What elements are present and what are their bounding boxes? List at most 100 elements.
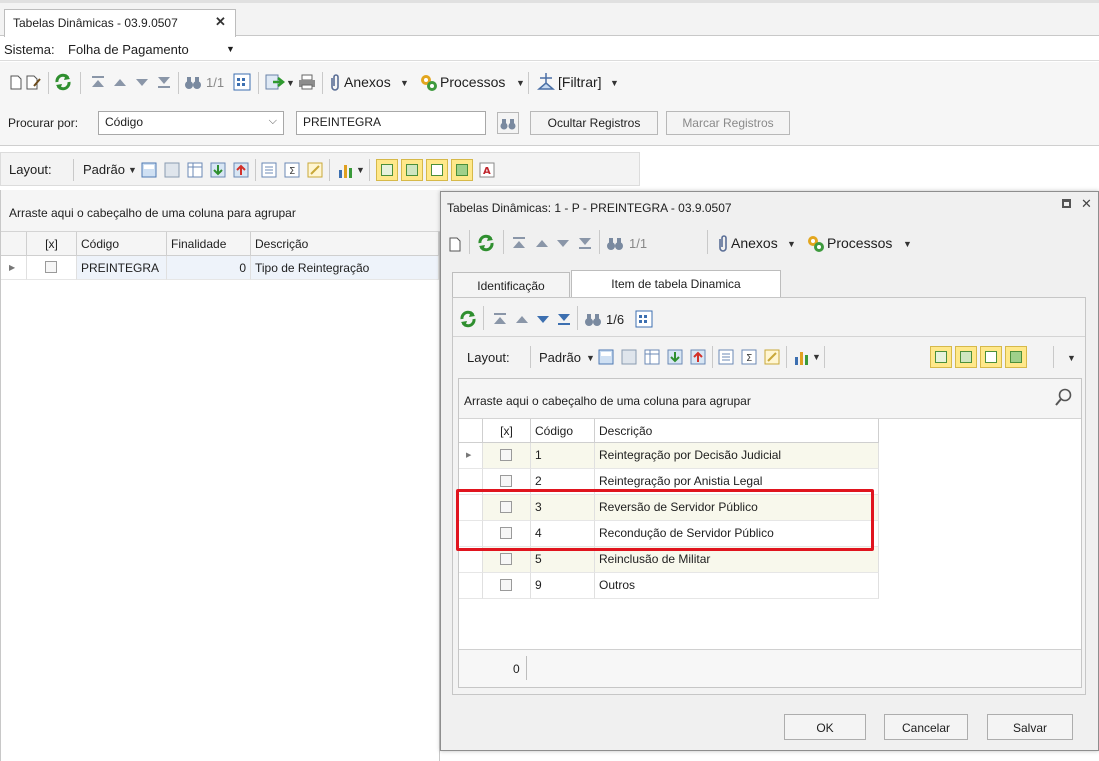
close-tab-icon[interactable]: ✕ [215, 14, 226, 30]
export-icon[interactable] [265, 73, 285, 91]
group-by-area[interactable]: Arraste aqui o cabeçalho de uma coluna p… [459, 379, 1081, 419]
row-select-cell[interactable] [27, 256, 77, 280]
layout-preset-dropdown-icon[interactable]: ▼ [128, 165, 137, 175]
processos-menu[interactable]: Processos [440, 74, 505, 90]
sort-up-icon[interactable] [690, 349, 706, 365]
group-icon[interactable] [718, 349, 734, 365]
row-select-cell[interactable] [483, 521, 531, 547]
layout-load-icon[interactable] [164, 162, 180, 178]
chevron-down-icon[interactable]: ⌵ [269, 115, 277, 128]
view-option-4-toggle[interactable] [1005, 346, 1027, 368]
processos-dropdown-icon[interactable]: ▼ [516, 78, 525, 88]
last-record-icon[interactable] [557, 313, 571, 325]
mark-records-button[interactable]: Marcar Registros [666, 111, 790, 135]
anexos-menu[interactable]: Anexos [344, 74, 391, 90]
binoculars-icon[interactable] [606, 236, 624, 251]
grid-calendar-icon[interactable] [635, 310, 653, 328]
first-record-icon[interactable] [493, 313, 507, 325]
new-document-icon[interactable] [449, 237, 461, 252]
close-icon[interactable]: ✕ [1081, 196, 1092, 212]
ok-button[interactable]: OK [784, 714, 866, 740]
filtrar-menu[interactable]: [Filtrar] [558, 74, 602, 90]
view-option-3-toggle[interactable] [426, 159, 448, 181]
filtrar-dropdown-icon[interactable]: ▼ [610, 78, 619, 88]
cancel-button[interactable]: Cancelar [884, 714, 968, 740]
refresh-icon[interactable] [54, 73, 72, 91]
select-column-header[interactable]: [x] [483, 419, 531, 443]
next-record-icon[interactable] [136, 78, 148, 87]
previous-record-icon[interactable] [536, 239, 548, 248]
chart-icon[interactable] [337, 161, 355, 179]
row-checkbox[interactable] [500, 501, 512, 513]
processos-dropdown-icon[interactable]: ▼ [903, 239, 912, 249]
row-checkbox[interactable] [500, 553, 512, 565]
binoculars-icon[interactable] [584, 312, 602, 327]
descricao-column-header[interactable]: Descrição [251, 232, 439, 256]
layout-preset-dropdown-icon[interactable]: ▼ [586, 353, 595, 363]
printer-icon[interactable] [298, 74, 316, 90]
descricao-column-header[interactable]: Descrição [595, 419, 879, 443]
view-option-3-toggle[interactable] [980, 346, 1002, 368]
grid-calendar-icon[interactable] [233, 73, 251, 91]
document-tab[interactable]: Tabelas Dinâmicas - 03.9.0507 ✕ [4, 9, 236, 37]
export-dropdown-icon[interactable]: ▼ [286, 78, 295, 88]
row-checkbox[interactable] [500, 527, 512, 539]
dialog-titlebar[interactable]: Tabelas Dinâmicas: 1 - P - PREINTEGRA - … [441, 192, 1098, 220]
dialog-processos-menu[interactable]: Processos [827, 235, 892, 251]
dialog-anexos-menu[interactable]: Anexos [731, 235, 778, 251]
row-checkbox[interactable] [500, 475, 512, 487]
summary-icon[interactable]: Σ [741, 349, 757, 365]
next-record-icon[interactable] [557, 239, 569, 248]
first-record-icon[interactable] [512, 237, 526, 249]
new-document-icon[interactable] [10, 75, 22, 90]
layout-columns-icon[interactable] [644, 349, 660, 365]
last-record-icon[interactable] [157, 76, 171, 88]
codigo-column-header[interactable]: Código [531, 419, 595, 443]
anexos-dropdown-icon[interactable]: ▼ [400, 78, 409, 88]
system-select[interactable]: Folha de Pagamento [68, 42, 189, 57]
chart-icon[interactable] [793, 348, 811, 366]
sort-down-icon[interactable] [667, 349, 683, 365]
next-record-icon[interactable] [537, 315, 549, 324]
sort-up-icon[interactable] [233, 162, 249, 178]
view-option-1-toggle[interactable] [376, 159, 398, 181]
hide-records-button[interactable]: Ocultar Registros [530, 111, 658, 135]
row-select-cell[interactable] [483, 443, 531, 469]
sort-down-icon[interactable] [210, 162, 226, 178]
refresh-icon[interactable] [459, 310, 477, 328]
summary-icon[interactable]: Σ [284, 162, 300, 178]
row-select-cell[interactable] [483, 469, 531, 495]
refresh-icon[interactable] [477, 234, 495, 252]
layout-columns-icon[interactable] [187, 162, 203, 178]
search-icon[interactable] [1055, 388, 1073, 406]
previous-record-icon[interactable] [516, 315, 528, 324]
search-button[interactable] [497, 112, 519, 134]
row-select-cell[interactable] [483, 573, 531, 599]
chart-dropdown-icon[interactable]: ▼ [356, 165, 365, 175]
finalidade-column-header[interactable]: Finalidade [167, 232, 251, 256]
row-select-cell[interactable] [483, 495, 531, 521]
first-record-icon[interactable] [91, 76, 105, 88]
filter-editor-icon[interactable] [307, 162, 323, 178]
row-checkbox[interactable] [500, 579, 512, 591]
group-by-area[interactable]: Arraste aqui o cabeçalho de uma coluna p… [1, 190, 441, 232]
tab-identificacao[interactable]: Identificação [452, 272, 570, 298]
group-icon[interactable] [261, 162, 277, 178]
inner-layout-preset-select[interactable]: Padrão [539, 350, 581, 365]
anexos-dropdown-icon[interactable]: ▼ [787, 239, 796, 249]
row-select-cell[interactable] [483, 547, 531, 573]
layout-save-icon[interactable] [598, 349, 614, 365]
layout-save-icon[interactable] [141, 162, 157, 178]
binoculars-icon[interactable] [184, 75, 202, 90]
chevron-down-icon[interactable]: ▼ [226, 44, 235, 54]
chart-dropdown-icon[interactable]: ▼ [812, 352, 821, 362]
view-option-2-toggle[interactable] [955, 346, 977, 368]
view-option-2-toggle[interactable] [401, 159, 423, 181]
layout-load-icon[interactable] [621, 349, 637, 365]
filter-editor-icon[interactable] [764, 349, 780, 365]
select-column-header[interactable]: [x] [27, 232, 77, 256]
row-checkbox[interactable] [45, 261, 57, 273]
tab-item-tabela-dinamica[interactable]: Item de tabela Dinamica [571, 270, 781, 298]
view-option-4-toggle[interactable] [451, 159, 473, 181]
codigo-column-header[interactable]: Código [77, 232, 167, 256]
